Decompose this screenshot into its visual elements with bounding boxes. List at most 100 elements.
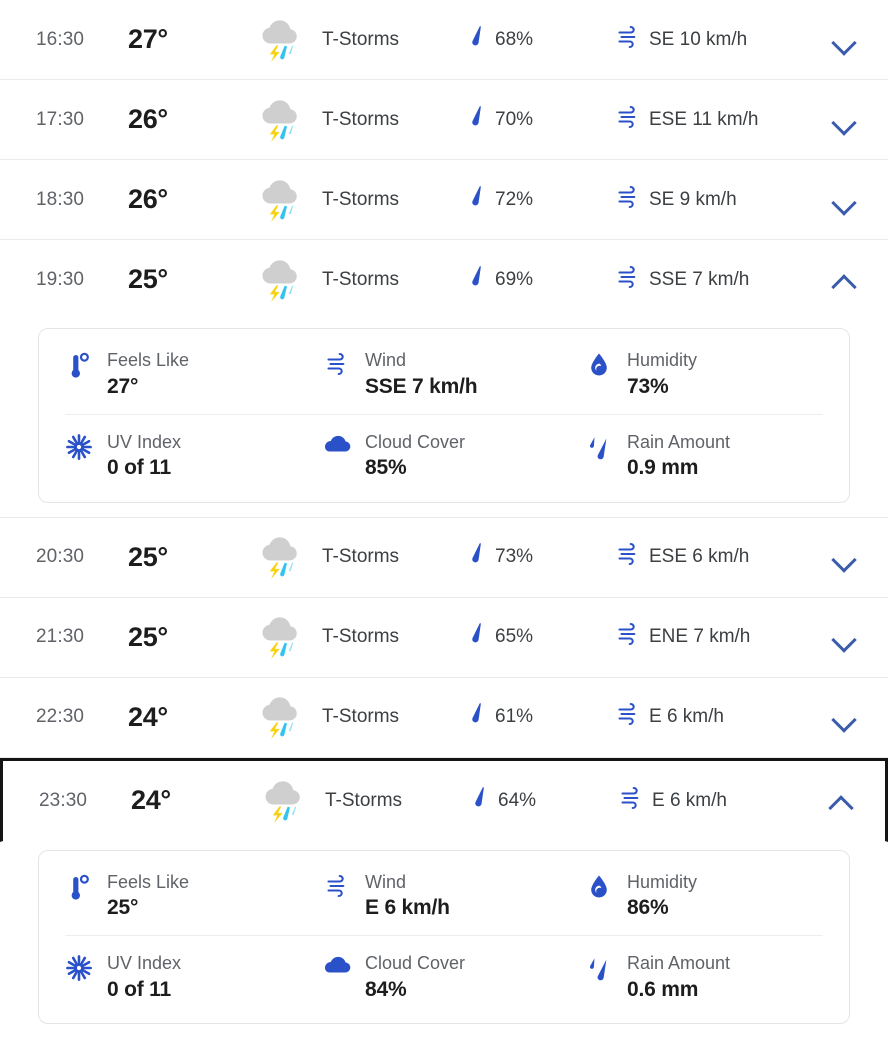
- forecast-hour-row[interactable]: 18:30 26° T-Storms 72% SE 9 km/h: [0, 160, 888, 240]
- detail-label: Humidity: [627, 871, 697, 894]
- forecast-hour-row[interactable]: 21:30 25° T-Storms 65% ENE 7 km/h: [0, 598, 888, 678]
- row-wind-value: SE 9 km/h: [649, 189, 737, 211]
- rain-drops-icon: [585, 952, 613, 983]
- row-wind-value: ENE 7 km/h: [649, 626, 750, 648]
- sun-icon: [65, 952, 93, 981]
- row-precipitation-value: 72%: [495, 189, 533, 211]
- detail-cell-uv-index: UV Index 0 of 11: [65, 415, 323, 496]
- row-wind: ENE 7 km/h: [616, 622, 802, 652]
- raindrop-icon: [466, 184, 488, 216]
- row-precipitation-value: 61%: [495, 706, 533, 728]
- row-precipitation: 65%: [466, 621, 616, 653]
- thunderstorm-icon: [246, 689, 314, 745]
- detail-cell-feels-like: Feels Like 25°: [39, 855, 297, 936]
- row-condition: T-Storms: [314, 706, 466, 728]
- row-temperature: 24°: [128, 702, 246, 733]
- wind-icon: [616, 25, 640, 55]
- wind-icon: [616, 105, 640, 135]
- detail-label: Rain Amount: [627, 952, 730, 975]
- forecast-hour-row[interactable]: 20:30 25° T-Storms 73% ESE 6 km/h: [0, 518, 888, 598]
- wind-icon: [619, 786, 643, 816]
- row-wind: SE 9 km/h: [616, 185, 802, 215]
- forecast-hour-row[interactable]: 19:30 25° T-Storms 69% SSE 7 km/h: [0, 240, 888, 320]
- row-precipitation: 70%: [466, 104, 616, 136]
- forecast-hour-row[interactable]: 23:30 24° T-Storms 64% E 6 km/h: [0, 758, 888, 842]
- wind-icon: [616, 265, 640, 295]
- row-wind: SSE 7 km/h: [616, 265, 802, 295]
- sun-icon: [65, 431, 93, 460]
- row-condition: T-Storms: [314, 109, 466, 131]
- row-precipitation: 72%: [466, 184, 616, 216]
- detail-value: 0.6 mm: [627, 977, 730, 1003]
- chevron-down-icon[interactable]: [802, 192, 888, 208]
- detail-value: E 6 km/h: [365, 895, 450, 921]
- thunderstorm-icon: [246, 252, 314, 308]
- thunderstorm-icon: [246, 12, 314, 68]
- water-drop-icon: [585, 349, 613, 378]
- chevron-up-icon[interactable]: [799, 793, 885, 809]
- forecast-detail-panel: Feels Like 27° Wind SSE 7 km/h: [0, 320, 888, 518]
- detail-value: 0 of 11: [107, 455, 181, 481]
- chevron-down-icon[interactable]: [802, 32, 888, 48]
- detail-label: Rain Amount: [627, 431, 730, 454]
- water-drop-icon: [585, 871, 613, 900]
- thermometer-icon: [65, 349, 93, 380]
- row-precipitation-value: 70%: [495, 109, 533, 131]
- cloud-icon: [323, 431, 351, 454]
- detail-cell-wind: Wind E 6 km/h: [297, 855, 559, 936]
- thunderstorm-icon: [246, 529, 314, 585]
- detail-row-secondary: UV Index 0 of 11 Cloud Cover 84% Rain Am…: [65, 935, 823, 1017]
- chevron-down-icon[interactable]: [802, 112, 888, 128]
- raindrop-icon: [466, 264, 488, 296]
- chevron-down-icon[interactable]: [802, 549, 888, 565]
- thermometer-icon: [65, 871, 93, 902]
- wind-icon: [616, 702, 640, 732]
- detail-cell-wind: Wind SSE 7 km/h: [297, 333, 559, 414]
- row-time: 19:30: [0, 269, 128, 291]
- detail-cell-rain-amount: Rain Amount 0.6 mm: [585, 936, 823, 1017]
- row-precipitation-value: 73%: [495, 546, 533, 568]
- row-condition: T-Storms: [317, 790, 469, 812]
- row-wind: E 6 km/h: [616, 702, 802, 732]
- forecast-hour-row[interactable]: 16:30 27° T-Storms 68% SE 10 km/h: [0, 0, 888, 80]
- chevron-down-icon[interactable]: [802, 709, 888, 725]
- detail-value: 0.9 mm: [627, 455, 730, 481]
- detail-value: 73%: [627, 374, 697, 400]
- row-time: 21:30: [0, 626, 128, 648]
- thunderstorm-icon: [249, 773, 317, 829]
- row-precipitation: 64%: [469, 785, 619, 817]
- row-temperature: 26°: [128, 104, 246, 135]
- chevron-down-icon[interactable]: [802, 629, 888, 645]
- row-time: 23:30: [3, 790, 131, 812]
- raindrop-icon: [466, 24, 488, 56]
- detail-cell-humidity: Humidity 73%: [559, 333, 849, 414]
- raindrop-icon: [466, 701, 488, 733]
- row-condition: T-Storms: [314, 269, 466, 291]
- row-temperature: 24°: [131, 785, 249, 816]
- row-temperature: 25°: [128, 542, 246, 573]
- row-time: 18:30: [0, 189, 128, 211]
- detail-cell-feels-like: Feels Like 27°: [39, 333, 297, 414]
- chevron-up-icon[interactable]: [802, 272, 888, 288]
- row-wind-value: E 6 km/h: [649, 706, 724, 728]
- row-condition: T-Storms: [314, 546, 466, 568]
- detail-row-primary: Feels Like 27° Wind SSE 7 km/h: [39, 333, 849, 414]
- wind-icon: [616, 185, 640, 215]
- row-time: 16:30: [0, 29, 128, 51]
- row-precipitation: 69%: [466, 264, 616, 296]
- thunderstorm-icon: [246, 609, 314, 665]
- row-temperature: 25°: [128, 622, 246, 653]
- forecast-hour-row[interactable]: 17:30 26° T-Storms 70% ESE 11 km/h: [0, 80, 888, 160]
- thunderstorm-icon: [246, 92, 314, 148]
- row-wind-value: ESE 6 km/h: [649, 546, 749, 568]
- row-temperature: 26°: [128, 184, 246, 215]
- row-condition: T-Storms: [314, 189, 466, 211]
- detail-value: 84%: [365, 977, 465, 1003]
- rain-drops-icon: [585, 431, 613, 462]
- detail-row-secondary: UV Index 0 of 11 Cloud Cover 85% Rain Am…: [65, 414, 823, 496]
- row-temperature: 25°: [128, 264, 246, 295]
- row-precipitation-value: 65%: [495, 626, 533, 648]
- row-wind: ESE 11 km/h: [616, 105, 802, 135]
- cloud-icon: [323, 952, 351, 975]
- forecast-hour-row[interactable]: 22:30 24° T-Storms 61% E 6 km/h: [0, 678, 888, 758]
